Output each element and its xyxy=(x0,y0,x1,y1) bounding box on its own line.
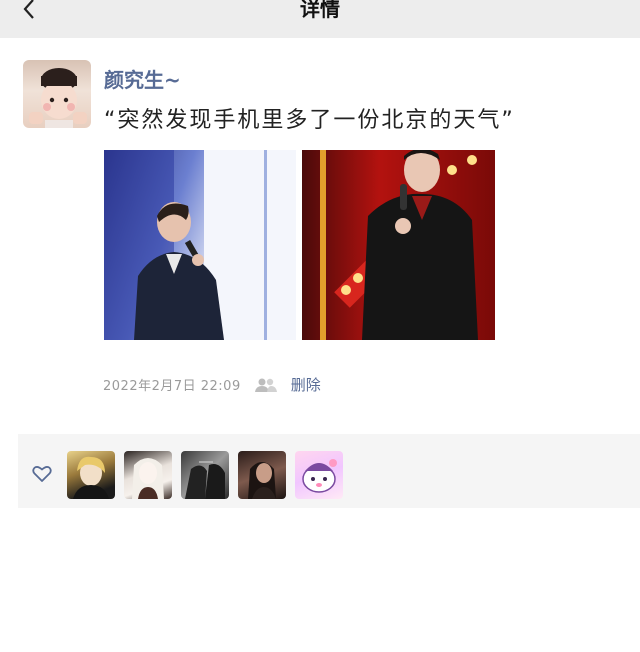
post-meta: 2022年2月7日 22:09 删除 xyxy=(103,374,321,395)
post-photo-2[interactable] xyxy=(302,150,495,340)
liker-avatar[interactable] xyxy=(67,451,115,499)
liker-avatar[interactable] xyxy=(181,451,229,499)
top-bar: 详情 xyxy=(0,0,640,38)
post-timestamp: 2022年2月7日 22:09 xyxy=(103,379,241,394)
likes-panel xyxy=(18,434,640,508)
photo-1-image xyxy=(104,150,296,340)
visibility-group-icon[interactable] xyxy=(254,377,277,393)
post-username[interactable]: 颜究生~ xyxy=(104,64,181,93)
delete-button[interactable]: 删除 xyxy=(291,374,321,395)
heart-outline-icon xyxy=(32,465,52,487)
liker-avatar[interactable] xyxy=(124,451,172,499)
post-photo-1[interactable] xyxy=(104,150,296,340)
post-text: “突然发现手机里多了一份北京的天气” xyxy=(104,108,515,133)
avatar-image xyxy=(29,68,87,128)
photo-2-image xyxy=(320,150,478,340)
page-title: 详情 xyxy=(300,0,340,21)
avatar[interactable] xyxy=(23,60,91,128)
liker-avatar[interactable] xyxy=(295,451,343,499)
liker-avatar[interactable] xyxy=(238,451,286,499)
